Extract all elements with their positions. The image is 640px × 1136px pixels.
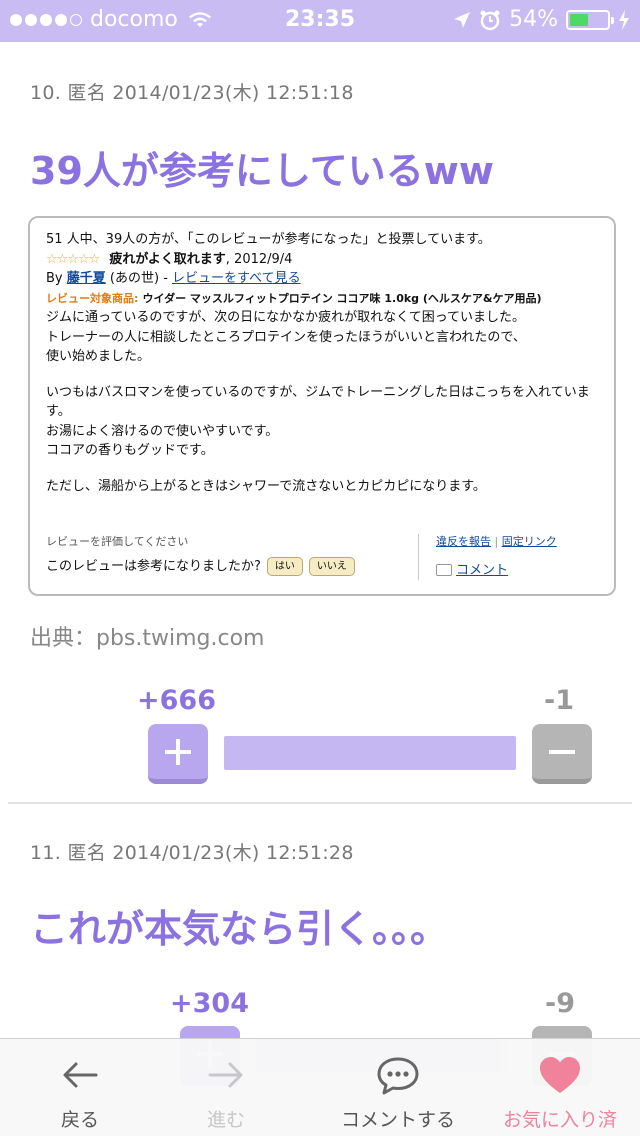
favorite-label: お気に入り済	[502, 1109, 617, 1131]
review-author-line: By 藤千夏 (あの世) - レビューをすべて見る	[46, 269, 598, 289]
favorite-button[interactable]: お気に入り済	[496, 1039, 624, 1136]
review-product: ウイダー マッスルフィットプロテイン ココア味 1.0kg (ヘルスケア&ケア用…	[142, 291, 542, 305]
alarm-clock-icon	[480, 10, 500, 30]
location-arrow-icon	[454, 11, 471, 28]
review-product-line: レビュー対象商品: ウイダー マッスルフィットプロテイン ココア味 1.0kg …	[46, 289, 598, 309]
embedded-review-image: 51 人中、39人の方が、「このレビューが参考になった」と投票しています。 ☆☆…	[28, 216, 616, 596]
review-by: By	[46, 271, 63, 286]
report-link[interactable]: 違反を報告	[436, 535, 491, 548]
helpful-no-button[interactable]: いいえ	[308, 556, 355, 576]
status-bar: docomo 23:35 54%	[0, 0, 640, 42]
review-body-line: トレーナーの人に相談したところプロテインを使ったほうがいいと言われたので、	[46, 329, 526, 345]
vote-ratio-fill	[224, 736, 516, 770]
review-body-line: 使い始めました。	[46, 349, 151, 364]
review-footer-divider	[418, 534, 419, 580]
back-arrow-icon	[63, 1062, 98, 1088]
post-title: これが本気なら引く。。。	[30, 907, 449, 951]
review-author-suffix: (あの世) -	[109, 271, 168, 286]
vote-ratio-bar	[224, 736, 516, 770]
plus-vote-button[interactable]	[148, 724, 208, 784]
comment-button[interactable]: コメントする	[328, 1039, 468, 1136]
forward-arrow-icon	[208, 1062, 243, 1088]
minus-vote-count: -1	[544, 685, 574, 716]
review-footer: レビューを評価してください このレビューは参考になりましたか? はい いいえ 違…	[46, 534, 598, 588]
review-body: ジムに通っているのですが、次の日になかなか疲れが取れなくて困っていました。 トレ…	[46, 308, 598, 496]
review-headline: 疲れがよく取れます	[109, 251, 226, 267]
star-rating-icon: ☆☆☆☆☆	[46, 251, 100, 267]
post-meta: 10. 匿名 2014/01/23(木) 12:51:18	[30, 82, 354, 104]
heart-icon	[540, 1057, 580, 1093]
comment-label: コメントする	[340, 1109, 455, 1131]
minus-vote-button[interactable]	[532, 724, 592, 784]
review-body-line: お湯によく溶けるので使いやすいです。	[46, 423, 279, 439]
plus-vote-count: +666	[137, 685, 216, 716]
forward-label: 進む	[206, 1109, 245, 1131]
status-right: 54%	[453, 7, 630, 32]
review-header: ☆☆☆☆☆ 疲れがよく取れます, 2012/9/4	[46, 250, 598, 270]
charging-bolt-icon	[619, 9, 629, 30]
review-comment-row: コメント	[436, 561, 557, 581]
review-body-line: ジムに通っているのですが、次の日になかなか疲れが取れなくて困っていました。	[46, 310, 526, 325]
review-product-label: レビュー対象商品:	[46, 291, 139, 305]
back-label: 戻る	[60, 1109, 99, 1131]
battery-icon	[566, 9, 614, 30]
review-comment-link[interactable]: コメント	[456, 561, 508, 581]
source-credit: 出典：pbs.twimg.com	[30, 626, 265, 651]
post-title: 39人が参考にしているww	[30, 149, 494, 193]
review-body-line: ココアの香りもグッドです。	[46, 443, 214, 458]
review-question: このレビューは参考になりましたか?	[46, 558, 261, 574]
review-author-link[interactable]: 藤千夏	[67, 271, 106, 286]
minus-vote-count: -9	[545, 988, 575, 1019]
review-body-line: いつもはバスロマンを使っているのですが、ジムでトレーニングした日はこっちを入れて…	[46, 384, 590, 400]
review-helpful-summary: 51 人中、39人の方が、「このレビューが参考になった」と投票しています。	[46, 232, 491, 247]
all-reviews-link[interactable]: レビューをすべて見る	[172, 271, 301, 286]
helpful-yes-button[interactable]: はい	[266, 556, 303, 576]
back-button[interactable]: 戻る	[40, 1039, 120, 1136]
speech-bubble-icon	[377, 1057, 419, 1095]
plus-vote-count: +304	[170, 988, 249, 1019]
review-right-links: 違反を報告 | 固定リンク コメント	[436, 534, 557, 580]
comment-bubble-icon	[436, 564, 452, 577]
battery-percent: 54%	[509, 7, 558, 32]
forward-button[interactable]: 進む	[186, 1039, 266, 1136]
permalink-link[interactable]: 固定リンク	[502, 535, 557, 548]
review-body-line: ただし、湯船から上がるときはシャワーで流さないとカピカピになります。	[46, 478, 486, 494]
post-meta: 11. 匿名 2014/01/23(木) 12:51:28	[30, 842, 354, 864]
review-date: , 2012/9/4	[225, 251, 293, 267]
post-divider	[8, 802, 632, 804]
review-body-line: す。	[46, 404, 71, 419]
bottom-toolbar: 戻る 進む コメントする お気に入り済	[0, 1038, 640, 1136]
